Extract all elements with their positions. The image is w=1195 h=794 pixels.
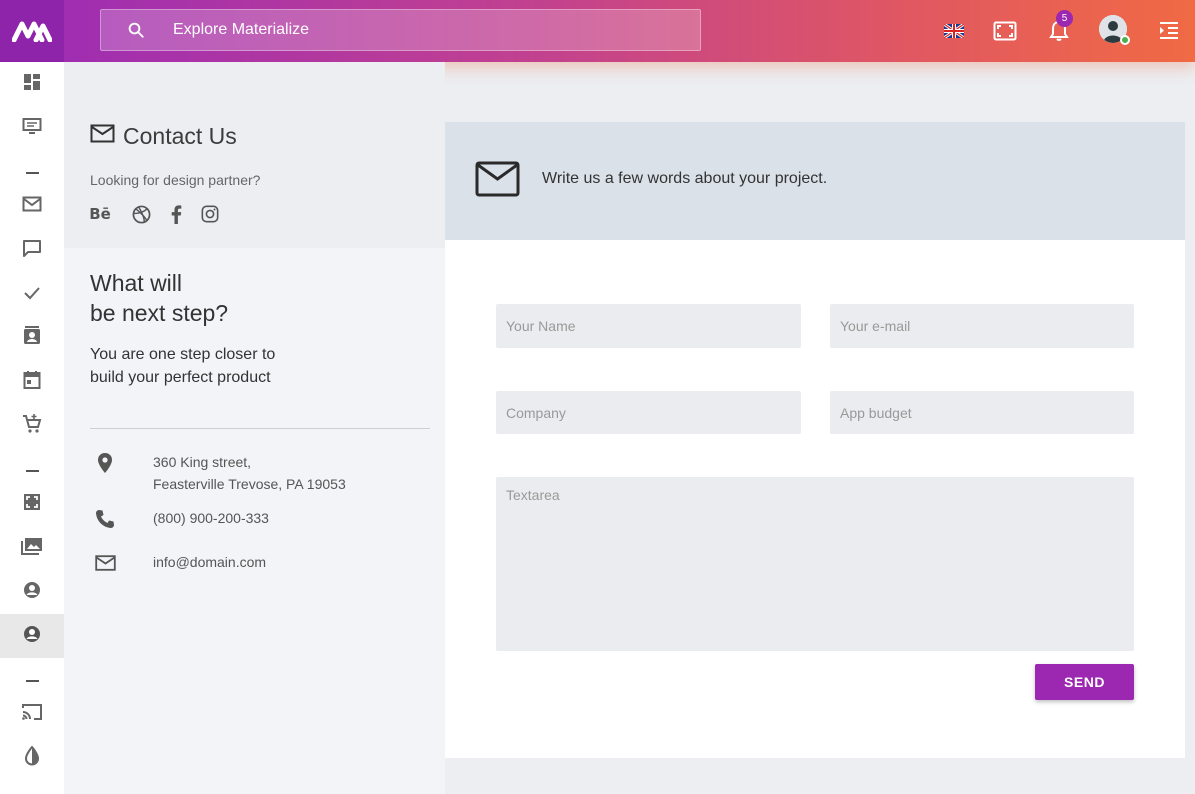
top-navbar: Explore Materialize 5: [0, 0, 1195, 62]
search-bar[interactable]: Explore Materialize: [100, 9, 701, 51]
chat-icon: [22, 239, 42, 261]
fullscreen-icon[interactable]: [991, 16, 1019, 46]
form-header: Write us a few words about your project.: [445, 122, 1185, 240]
behance-icon[interactable]: Bē: [89, 203, 111, 225]
search-icon: [125, 19, 147, 41]
online-status-dot: [1120, 35, 1130, 45]
sidebar-divider: [26, 470, 39, 472]
phone-number[interactable]: (800) 900-200-333: [153, 507, 269, 529]
sidebar-item-mail[interactable]: [0, 184, 64, 228]
next-step-heading: What will be next step?: [90, 268, 228, 328]
sidebar-divider: [26, 172, 39, 174]
email-icon: [94, 552, 116, 574]
contact-info-panel: [64, 62, 445, 248]
photos-icon: [21, 537, 43, 559]
address: 360 King street, Feasterville Trevose, P…: [153, 451, 346, 495]
address-line1: 360 King street,: [153, 454, 252, 470]
tagline: Looking for design partner?: [90, 172, 261, 188]
flag-uk-icon[interactable]: [940, 16, 968, 46]
page-title: Contact Us: [123, 123, 237, 149]
cast-icon: [22, 703, 42, 725]
logo-icon[interactable]: [0, 0, 64, 62]
menu-indent-icon[interactable]: [1155, 16, 1183, 46]
sidebar-item-chat[interactable]: [0, 228, 64, 272]
location-pin-icon: [94, 452, 116, 474]
monitor-icon: [22, 117, 42, 139]
dribbble-icon[interactable]: [130, 203, 152, 225]
account-icon: [23, 581, 41, 603]
notification-badge: 5: [1056, 10, 1073, 27]
expand-icon: [23, 493, 41, 515]
sidebar-divider: [26, 680, 39, 682]
send-button[interactable]: SEND: [1035, 664, 1134, 700]
sidebar-item-cast[interactable]: [0, 692, 64, 736]
contact-mail-icon: [90, 124, 115, 148]
message-textarea[interactable]: [496, 477, 1134, 651]
sidebar-item-contact-active[interactable]: [0, 614, 64, 658]
cart-icon: [22, 414, 42, 438]
contacts-icon: [23, 326, 41, 350]
email-input[interactable]: [830, 304, 1134, 348]
sidebar-item-ecommerce[interactable]: [0, 404, 64, 448]
sidebar-item-monitor[interactable]: [0, 106, 64, 150]
sidebar-item-contacts[interactable]: [0, 316, 64, 360]
sidebar-item-todo[interactable]: [0, 272, 64, 316]
facebook-icon[interactable]: [165, 203, 187, 225]
sidebar-item-expand[interactable]: [0, 482, 64, 526]
sidebar: [0, 62, 64, 794]
instagram-icon[interactable]: [199, 203, 221, 225]
mail-icon: [22, 196, 42, 216]
check-icon: [23, 285, 41, 304]
account-active-icon: [23, 625, 41, 647]
sidebar-item-dashboard[interactable]: [0, 62, 64, 106]
search-input[interactable]: Explore Materialize: [173, 21, 309, 39]
sidebar-item-photos[interactable]: [0, 526, 64, 570]
envelope-icon: [475, 161, 520, 201]
phone-icon: [94, 508, 116, 530]
company-input[interactable]: [496, 391, 801, 434]
divider: [90, 428, 430, 429]
name-input[interactable]: [496, 304, 801, 348]
contrast-icon: [24, 745, 40, 770]
next-step-heading-line1: What will: [90, 270, 183, 296]
sidebar-item-calendar[interactable]: [0, 360, 64, 404]
email-address[interactable]: info@domain.com: [153, 551, 266, 573]
calendar-icon: [23, 370, 41, 394]
sidebar-item-theme[interactable]: [0, 736, 64, 780]
next-step-description: You are one step closer to build your pe…: [90, 346, 276, 386]
budget-input[interactable]: [830, 391, 1134, 434]
address-line2: Feasterville Trevose, PA 19053: [153, 476, 346, 492]
next-step-heading-line2: be next step?: [90, 300, 229, 326]
sidebar-item-user-profile[interactable]: [0, 570, 64, 614]
dashboard-icon: [23, 73, 41, 95]
form-header-text: Write us a few words about your project.: [542, 170, 828, 187]
